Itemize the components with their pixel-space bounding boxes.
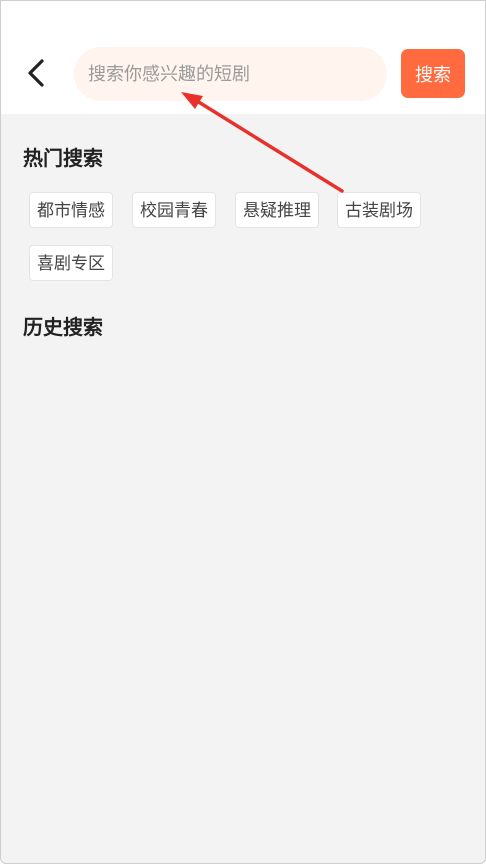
hot-search-tag[interactable]: 悬疑推理 [235, 192, 319, 228]
hot-search-tag[interactable]: 喜剧专区 [29, 245, 113, 281]
hot-search-tag[interactable]: 都市情感 [29, 192, 113, 228]
hot-search-tags: 都市情感 校园青春 悬疑推理 古装剧场 喜剧专区 [1, 1, 485, 301]
hot-search-tag[interactable]: 古装剧场 [337, 192, 421, 228]
search-page: 搜索 热门搜索 都市情感 校园青春 悬疑推理 古装剧场 喜剧专区 历史搜索 [0, 0, 486, 864]
hot-search-tag[interactable]: 校园青春 [132, 192, 216, 228]
history-search-title: 历史搜索 [23, 315, 103, 339]
